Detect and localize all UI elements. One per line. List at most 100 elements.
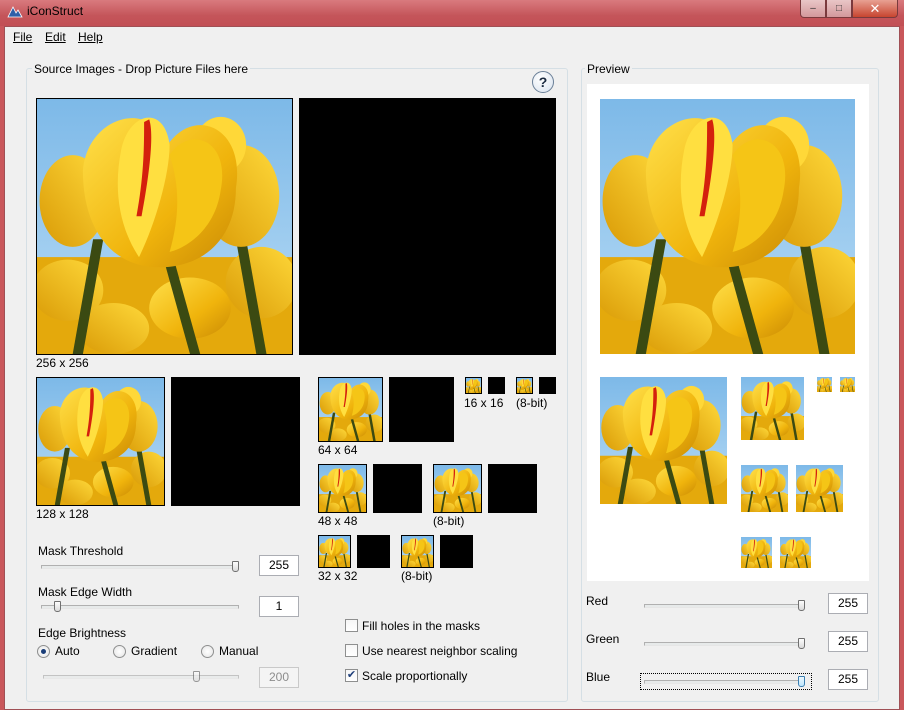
blue-input[interactable]: 255 (828, 669, 868, 690)
image-32-8bit[interactable] (401, 535, 434, 568)
tulip-image (741, 537, 772, 568)
mask-threshold-slider[interactable] (41, 565, 239, 569)
tulip-image (37, 378, 164, 505)
nearest-neighbor-checkbox[interactable] (345, 644, 358, 657)
edge-brightness-thumb[interactable] (193, 671, 200, 682)
tulip-image (319, 465, 366, 512)
help-button[interactable]: ? (532, 71, 554, 93)
scale-proportionally-label[interactable]: Scale proportionally (362, 669, 467, 683)
fill-holes-checkbox[interactable] (345, 619, 358, 632)
size-label-48: 48 x 48 (318, 514, 358, 528)
source-images-label: Source Images - Drop Picture Files here (32, 62, 251, 76)
edge-brightness-slider[interactable] (43, 675, 239, 679)
preview-128 (600, 377, 727, 504)
preview-48 (741, 465, 788, 512)
image-16[interactable] (465, 377, 482, 394)
tulip-image (319, 536, 350, 567)
mask-threshold-input[interactable]: 255 (259, 555, 299, 576)
mask-48-8bit[interactable] (488, 464, 537, 513)
image-48-8bit[interactable] (433, 464, 482, 513)
mask-16-8bit[interactable] (539, 377, 556, 394)
tulip-image (434, 465, 481, 512)
window-title: iConStruct (27, 4, 84, 18)
tulip-image (796, 465, 843, 512)
red-input[interactable]: 255 (828, 593, 868, 614)
preview-48-8bit (796, 465, 843, 512)
menu-help[interactable]: Help (78, 30, 103, 44)
size-label-16: 16 x 16 (464, 396, 504, 410)
mask-threshold-label: Mask Threshold (38, 544, 124, 558)
menu-file-label: File (13, 30, 33, 44)
tulip-image (741, 377, 804, 440)
tulip-image (402, 536, 433, 567)
close-button[interactable]: ✕ (852, 0, 898, 18)
nearest-neighbor-label[interactable]: Use nearest neighbor scaling (362, 644, 517, 658)
mask-edge-width-input[interactable]: 1 (259, 596, 299, 617)
title-bar[interactable]: iConStruct – □ ✕ (0, 0, 904, 26)
mask-edge-width-thumb[interactable] (54, 601, 61, 612)
red-slider[interactable] (644, 604, 804, 608)
tulip-image (817, 377, 832, 392)
client-area: File Edit Help Source Images - Drop Pict… (4, 26, 900, 710)
mask-64[interactable] (389, 377, 454, 442)
image-16-8bit[interactable] (516, 377, 533, 394)
tulip-image (780, 537, 811, 568)
mask-32[interactable] (357, 535, 390, 568)
mask-256[interactable] (299, 98, 556, 355)
red-thumb[interactable] (798, 600, 805, 611)
tulip-image (741, 465, 788, 512)
size-label-48-8bit: (8-bit) (433, 514, 465, 528)
preview-16 (817, 377, 832, 392)
green-thumb[interactable] (798, 638, 805, 649)
menu-file[interactable]: File (13, 30, 32, 44)
blue-label: Blue (586, 670, 611, 684)
radio-gradient[interactable] (113, 645, 126, 658)
image-64[interactable] (318, 377, 383, 442)
minimize-button[interactable]: – (800, 0, 826, 18)
blue-thumb[interactable] (798, 676, 805, 687)
image-48[interactable] (318, 464, 367, 513)
size-label-16-8bit: (8-bit) (516, 396, 548, 410)
green-slider[interactable] (644, 642, 804, 646)
green-input[interactable]: 255 (828, 631, 868, 652)
menu-edit-label: Edit (45, 30, 66, 44)
mask-128[interactable] (171, 377, 300, 506)
mask-48[interactable] (373, 464, 422, 513)
image-256[interactable] (36, 98, 293, 355)
size-label-64: 64 x 64 (318, 443, 358, 457)
image-128[interactable] (36, 377, 165, 506)
tulip-image (37, 99, 292, 354)
window-controls: – □ ✕ (800, 0, 898, 19)
radio-auto[interactable] (37, 645, 50, 658)
edge-brightness-input[interactable]: 200 (259, 667, 299, 688)
preview-label: Preview (585, 62, 632, 76)
green-label: Green (586, 632, 620, 646)
blue-slider[interactable] (644, 680, 804, 684)
mask-32-8bit[interactable] (440, 535, 473, 568)
radio-auto-label[interactable]: Auto (55, 644, 80, 658)
mask-threshold-thumb[interactable] (232, 561, 239, 572)
size-label-128: 128 x 128 (36, 507, 89, 521)
menu-bar: File Edit Help (5, 27, 899, 46)
size-label-256: 256 x 256 (36, 356, 89, 370)
mask-16[interactable] (488, 377, 505, 394)
radio-manual[interactable] (201, 645, 214, 658)
preview-16-8bit (840, 377, 855, 392)
mask-edge-width-slider[interactable] (41, 605, 239, 609)
preview-32 (741, 537, 772, 568)
radio-gradient-label[interactable]: Gradient (131, 644, 177, 658)
tulip-image (319, 378, 382, 441)
tulip-image (517, 378, 532, 393)
preview-32-8bit (780, 537, 811, 568)
preview-256 (600, 99, 855, 354)
maximize-button[interactable]: □ (826, 0, 852, 18)
preview-64 (741, 377, 804, 440)
size-label-32-8bit: (8-bit) (401, 569, 433, 583)
image-32[interactable] (318, 535, 351, 568)
fill-holes-label[interactable]: Fill holes in the masks (362, 619, 480, 633)
menu-edit[interactable]: Edit (45, 30, 66, 44)
red-label: Red (586, 594, 609, 608)
scale-proportionally-checkbox[interactable]: ✔ (345, 669, 358, 682)
tulip-image (840, 377, 855, 392)
radio-manual-label[interactable]: Manual (219, 644, 258, 658)
